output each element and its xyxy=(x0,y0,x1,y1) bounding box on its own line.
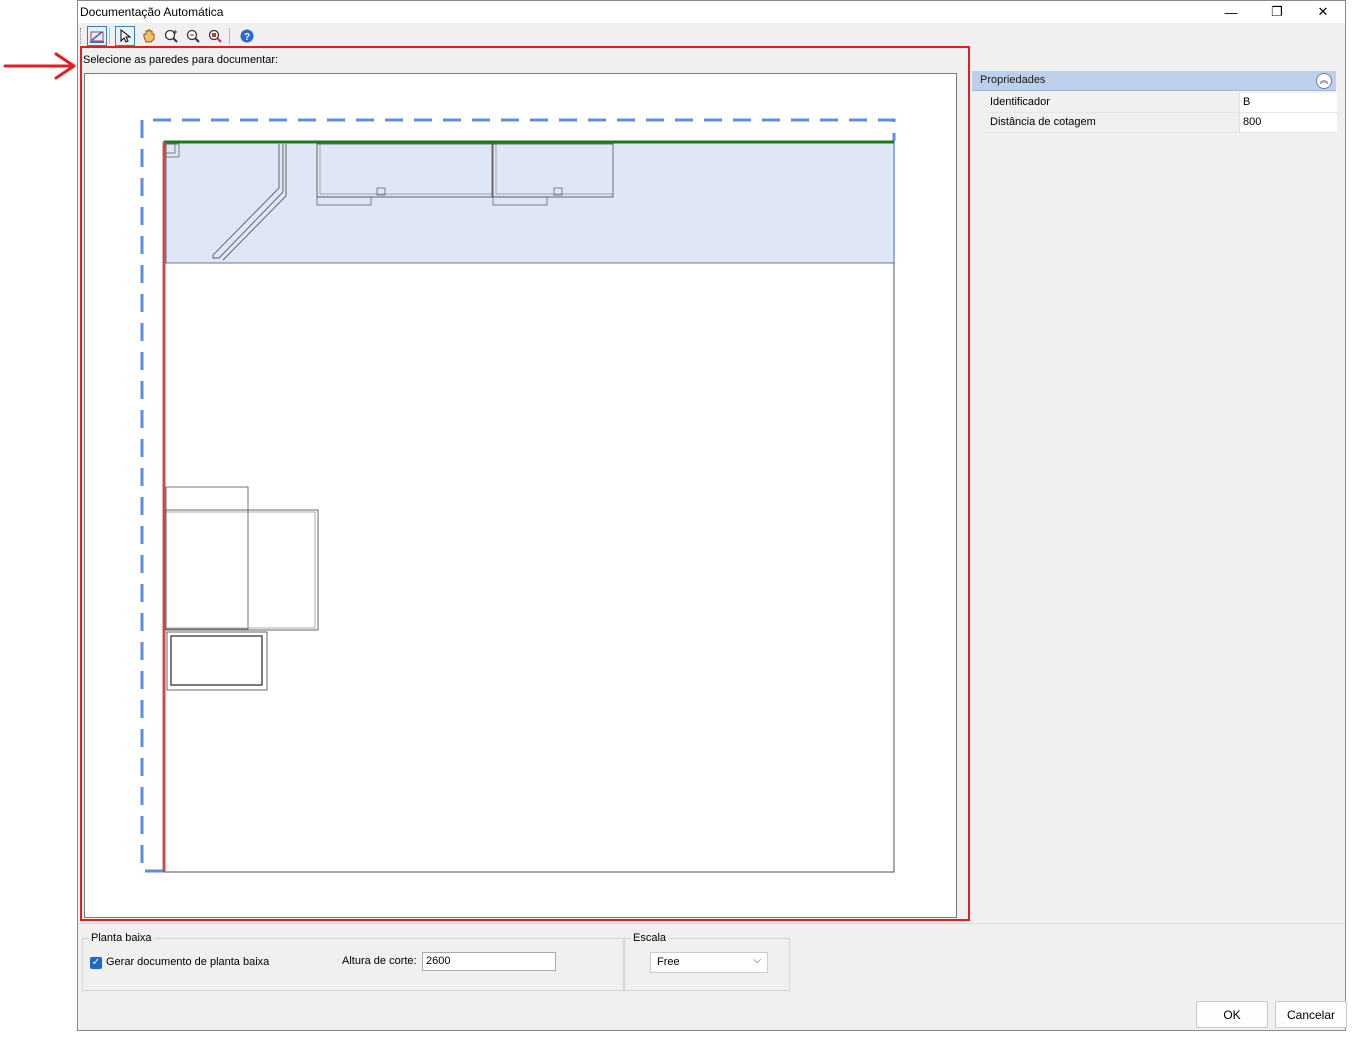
escala-value: Free xyxy=(657,956,680,968)
annotation-highlight-box xyxy=(80,46,970,921)
ok-button[interactable]: OK xyxy=(1196,1001,1268,1028)
select-walls-icon xyxy=(90,31,104,43)
help-button[interactable]: ? xyxy=(237,26,257,46)
property-name: Distância de cotagem xyxy=(990,116,1096,128)
property-value-identificador[interactable]: B xyxy=(1239,93,1337,112)
pointer-tool[interactable] xyxy=(115,26,135,46)
help-icon: ? xyxy=(240,29,254,43)
planta-baixa-title: Planta baixa xyxy=(89,932,154,944)
pan-tool[interactable] xyxy=(139,26,159,46)
toolbar-separator xyxy=(109,28,110,44)
zoom-in-out-icon xyxy=(164,29,178,43)
pointer-icon xyxy=(120,28,132,43)
cancel-button[interactable]: Cancelar xyxy=(1275,1001,1347,1028)
escala-dropdown[interactable]: Free ⌵ xyxy=(650,952,768,973)
collapse-chevron-icon[interactable]: ︽ xyxy=(1316,73,1332,89)
checkmark-icon: ✓ xyxy=(91,957,101,968)
zoom-extents-tool[interactable] xyxy=(205,26,225,46)
zoom-in-out-tool[interactable] xyxy=(161,26,181,46)
toolbar-separator xyxy=(229,28,230,44)
properties-header[interactable]: Propriedades ︽ xyxy=(972,71,1336,91)
generate-plan-label: Gerar documento de planta baixa xyxy=(106,956,270,968)
generate-plan-checkbox[interactable]: ✓ xyxy=(90,957,102,969)
title-bar: Documentação Automática — ❐ ✕ xyxy=(78,1,1345,23)
altura-corte-label: Altura de corte: xyxy=(342,955,417,967)
bottom-divider xyxy=(78,923,1345,924)
minimize-icon: — xyxy=(1224,4,1238,20)
altura-corte-input[interactable]: 2600 xyxy=(422,952,556,971)
window-title: Documentação Automática xyxy=(80,5,224,19)
toolbar-grip[interactable] xyxy=(80,28,83,44)
restore-button[interactable]: ❐ xyxy=(1254,1,1300,23)
planta-baixa-group: Planta baixa ✓ Gerar documento de planta… xyxy=(82,932,624,991)
svg-text:?: ? xyxy=(244,32,250,43)
property-value-distancia-cotagem[interactable]: 800 xyxy=(1239,113,1337,132)
property-row-identificador: Identificador B xyxy=(984,93,1337,113)
escala-title: Escala xyxy=(631,932,669,944)
close-icon: ✕ xyxy=(1317,4,1329,19)
pan-hand-icon xyxy=(143,29,155,43)
minimize-button[interactable]: — xyxy=(1208,1,1254,23)
restore-icon: ❐ xyxy=(1271,4,1283,19)
escala-group: Escala Free ⌵ xyxy=(624,932,790,991)
chevron-down-icon: ⌵ xyxy=(753,955,761,966)
property-name: Identificador xyxy=(990,96,1050,108)
property-row-distancia-cotagem: Distância de cotagem 800 xyxy=(984,113,1337,133)
annotation-arrow-icon xyxy=(3,52,76,80)
select-walls-tool[interactable] xyxy=(87,26,107,46)
close-button[interactable]: ✕ xyxy=(1300,1,1346,23)
properties-panel: Propriedades ︽ Identificador B Distância… xyxy=(972,71,1339,923)
zoom-window-tool[interactable] xyxy=(183,26,203,46)
properties-title: Propriedades xyxy=(980,74,1046,86)
zoom-extents-icon xyxy=(208,29,222,43)
zoom-window-icon xyxy=(186,29,200,43)
toolbar: ? xyxy=(78,23,1345,47)
